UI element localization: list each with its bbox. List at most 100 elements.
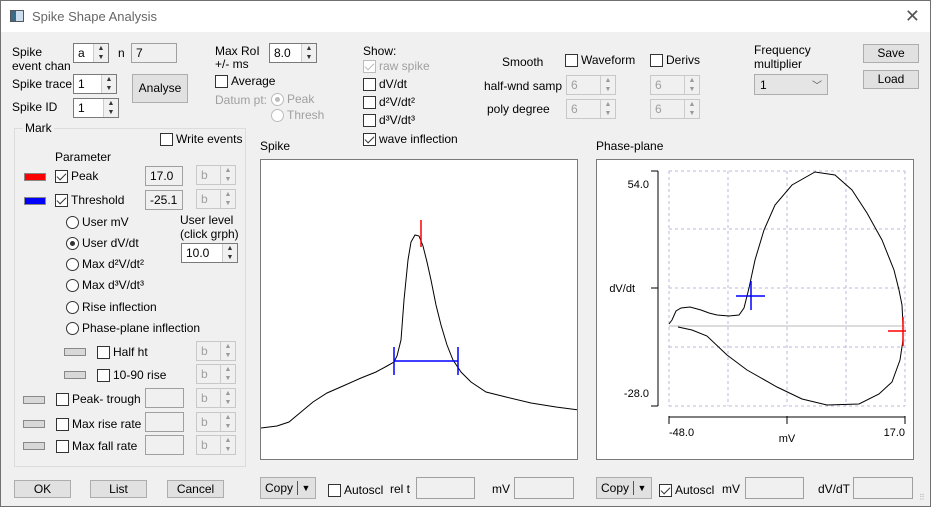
spin-arrows-icon[interactable]: ▲ ▼ <box>600 100 615 118</box>
checkbox-box[interactable] <box>97 368 110 382</box>
checkbox-box[interactable] <box>55 193 68 207</box>
half-ht-checkbox[interactable]: Half ht <box>97 345 148 359</box>
max-fall-rate-color-swatch[interactable] <box>23 442 45 450</box>
checkbox-box[interactable] <box>363 59 376 73</box>
rise-10-90-color-swatch[interactable] <box>64 371 86 379</box>
write-events-checkbox[interactable]: Write events <box>160 132 242 146</box>
spin-arrows-icon[interactable]: ▲ ▼ <box>220 365 235 383</box>
user-level-spinner[interactable]: 10.0 ▲ ▼ <box>181 243 238 263</box>
checkbox-box[interactable] <box>56 439 69 453</box>
spike-autoscl-checkbox[interactable]: Autoscl <box>328 483 383 497</box>
datum-thresh-radio[interactable]: Thresh <box>271 108 324 122</box>
max-roi-spinner[interactable]: 8.0 ▲ ▼ <box>269 43 317 63</box>
spin-arrows-icon[interactable]: ▲ ▼ <box>220 166 235 184</box>
checkbox-box[interactable] <box>650 53 663 67</box>
phase-autoscl-checkbox[interactable]: Autoscl <box>659 483 714 497</box>
cancel-button[interactable]: Cancel <box>167 480 224 498</box>
radio-dot[interactable] <box>66 321 79 335</box>
max-rise-rate-chan-spinner[interactable]: b ▲ ▼ <box>196 412 236 432</box>
checkbox-box[interactable] <box>363 113 376 127</box>
rise-10-90-chan-spinner[interactable]: b ▲ ▼ <box>196 364 236 384</box>
spin-arrows-icon[interactable]: ▲ ▼ <box>220 342 235 360</box>
poly-derivs-spinner[interactable]: 6 ▲ ▼ <box>650 99 700 119</box>
rise-10-90-checkbox[interactable]: 10-90 rise <box>97 368 166 382</box>
peak-chan-spinner[interactable]: b ▲ ▼ <box>196 165 236 185</box>
frequency-multiplier-select[interactable]: 1 ﹀ <box>754 74 828 95</box>
threshold-color-swatch[interactable] <box>24 197 46 205</box>
checkbox-box[interactable] <box>363 132 376 146</box>
load-button[interactable]: Load <box>863 70 919 89</box>
spike-plot[interactable] <box>260 159 578 460</box>
save-button[interactable]: Save <box>863 44 919 63</box>
radio-phase-plane-inflection[interactable]: Phase-plane inflection <box>66 321 200 335</box>
spin-arrows-icon[interactable]: ▲ ▼ <box>103 99 118 117</box>
spike-trace-spinner[interactable]: 1 ▲ ▼ <box>73 74 117 94</box>
half-ht-chan-spinner[interactable]: b ▲ ▼ <box>196 341 236 361</box>
peak-trough-color-swatch[interactable] <box>23 396 45 404</box>
spin-arrows-icon[interactable]: ▲ ▼ <box>600 76 615 94</box>
checkbox-box[interactable] <box>565 53 578 67</box>
average-checkbox[interactable]: Average <box>215 74 275 88</box>
max-fall-rate-chan-spinner[interactable]: b ▲ ▼ <box>196 435 236 455</box>
phase-plot[interactable]: 54.0 dV/dt -28.0 -48.0 mV 17.0 <box>596 159 914 460</box>
checkbox-box[interactable] <box>328 483 341 497</box>
show-wave-inflection-checkbox[interactable]: wave inflection <box>363 132 458 146</box>
max-rise-rate-checkbox[interactable]: Max rise rate <box>56 417 141 431</box>
show-d2vdt2-checkbox[interactable]: d²V/dt² <box>363 95 415 109</box>
radio-dot[interactable] <box>271 92 284 106</box>
max-fall-rate-checkbox[interactable]: Max fall rate <box>56 439 137 453</box>
radio-max-d3vdt3[interactable]: Max d³V/dt³ <box>66 278 144 292</box>
phase-copy-button[interactable]: Copy ▼ <box>596 477 652 499</box>
spin-arrows-icon[interactable]: ▲ ▼ <box>220 413 235 431</box>
radio-dot[interactable] <box>66 300 79 314</box>
spike-id-spinner[interactable]: 1 ▲ ▼ <box>73 98 119 118</box>
radio-dot[interactable] <box>66 257 79 271</box>
checkbox-box[interactable] <box>363 77 376 91</box>
spike-copy-button[interactable]: Copy ▼ <box>260 477 316 499</box>
spin-arrows-icon[interactable]: ▲ ▼ <box>101 75 116 93</box>
peak-trough-checkbox[interactable]: Peak- trough <box>56 392 141 406</box>
checkbox-box[interactable] <box>363 95 376 109</box>
datum-peak-radio[interactable]: Peak <box>271 92 314 106</box>
show-dvdt-checkbox[interactable]: dV/dt <box>363 77 407 91</box>
checkbox-box[interactable] <box>160 132 173 146</box>
radio-dot[interactable] <box>271 108 284 122</box>
analyse-button[interactable]: Analyse <box>132 74 188 103</box>
spin-arrows-icon[interactable]: ▲ ▼ <box>220 389 235 407</box>
spin-arrows-icon[interactable]: ▲ ▼ <box>684 100 699 118</box>
radio-user-mv[interactable]: User mV <box>66 215 129 229</box>
dropdown-arrow-icon[interactable]: ▼ <box>298 483 314 493</box>
radio-dot[interactable] <box>66 278 79 292</box>
half-wnd-derivs-spinner[interactable]: 6 ▲ ▼ <box>650 75 700 95</box>
spin-arrows-icon[interactable]: ▲ ▼ <box>301 44 316 62</box>
half-ht-color-swatch[interactable] <box>64 348 86 356</box>
dropdown-arrow-icon[interactable]: ▼ <box>634 483 650 493</box>
max-rise-rate-color-swatch[interactable] <box>23 420 45 428</box>
close-icon[interactable]: ✕ <box>905 6 920 27</box>
peak-color-swatch[interactable] <box>24 173 46 181</box>
radio-rise-inflection[interactable]: Rise inflection <box>66 300 157 314</box>
checkbox-box[interactable] <box>56 417 69 431</box>
checkbox-box[interactable] <box>56 392 69 406</box>
spin-arrows-icon[interactable]: ▲ ▼ <box>684 76 699 94</box>
ok-button[interactable]: OK <box>14 480 71 498</box>
peak-trough-chan-spinner[interactable]: b ▲ ▼ <box>196 388 236 408</box>
list-button[interactable]: List <box>90 480 147 498</box>
spin-arrows-icon[interactable]: ▲ ▼ <box>93 44 108 62</box>
checkbox-box[interactable] <box>55 169 68 183</box>
radio-user-dvdt[interactable]: User dV/dt <box>66 236 139 250</box>
radio-dot[interactable] <box>66 215 79 229</box>
spike-event-chan-spinner[interactable]: a ▲ ▼ <box>73 43 109 63</box>
threshold-checkbox[interactable]: Threshold <box>55 193 124 207</box>
poly-waveform-spinner[interactable]: 6 ▲ ▼ <box>566 99 616 119</box>
peak-checkbox[interactable]: Peak <box>55 169 98 183</box>
smooth-derivs-checkbox[interactable]: Derivs <box>650 53 700 67</box>
show-raw-spike-checkbox[interactable]: raw spike <box>363 59 430 73</box>
spin-arrows-icon[interactable]: ▲ ▼ <box>220 190 235 208</box>
show-d3vdt3-checkbox[interactable]: d³V/dt³ <box>363 113 415 127</box>
spin-arrows-icon[interactable]: ▲ ▼ <box>220 436 235 454</box>
resize-grip-icon[interactable]: ⠿ <box>919 493 925 502</box>
radio-max-d2vdt2[interactable]: Max d²V/dt² <box>66 257 144 271</box>
threshold-chan-spinner[interactable]: b ▲ ▼ <box>196 189 236 209</box>
radio-dot[interactable] <box>66 236 79 250</box>
